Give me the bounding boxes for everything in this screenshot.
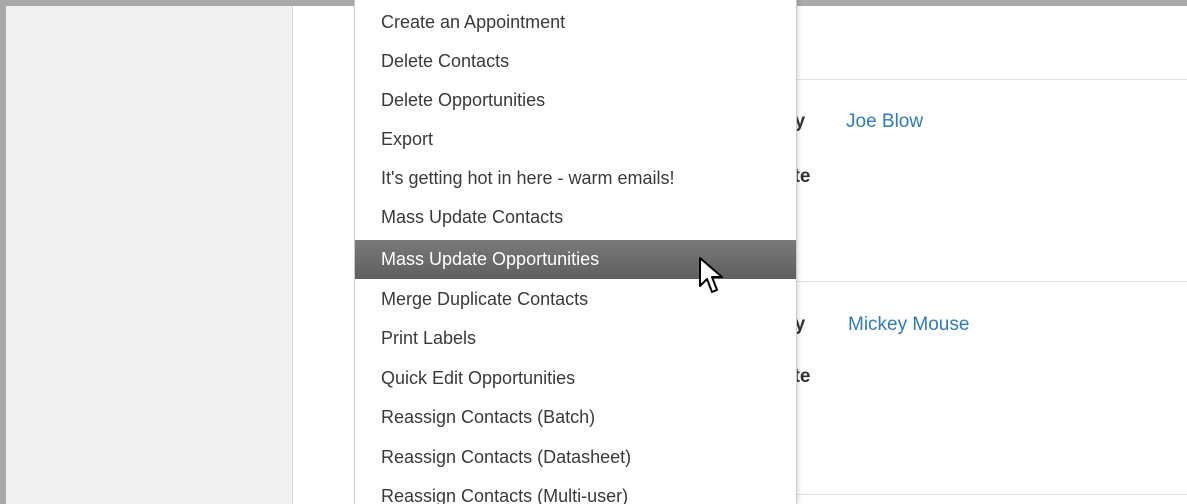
menu-item-mass-update-opportunities[interactable]: Mass Update Opportunities — [355, 240, 796, 279]
menu-item-export[interactable]: Export — [355, 120, 796, 159]
menu-item-reassign-datasheet[interactable]: Reassign Contacts (Datasheet) — [355, 438, 796, 477]
menu-item-warm-emails[interactable]: It's getting hot in here - warm emails! — [355, 159, 796, 198]
record-2-contact-link[interactable]: Mickey Mouse — [848, 314, 969, 336]
menu-item-reassign-batch[interactable]: Reassign Contacts (Batch) — [355, 398, 796, 437]
menu-item-delete-contacts[interactable]: Delete Contacts — [355, 42, 796, 81]
menu-item-print-labels[interactable]: Print Labels — [355, 319, 796, 358]
actions-dropdown-menu: Create an Appointment Delete Contacts De… — [354, 0, 797, 504]
menu-item-create-appointment[interactable]: Create an Appointment — [355, 3, 796, 42]
left-sidebar — [6, 6, 293, 504]
menu-item-mass-update-contacts[interactable]: Mass Update Contacts — [355, 198, 796, 237]
menu-item-reassign-multi-user[interactable]: Reassign Contacts (Multi-user) — [355, 477, 796, 504]
menu-item-merge-duplicate-contacts[interactable]: Merge Duplicate Contacts — [355, 280, 796, 319]
record-1-contact-link[interactable]: Joe Blow — [846, 111, 923, 133]
mouse-pointer-icon — [699, 257, 723, 293]
menu-item-quick-edit-opportunities[interactable]: Quick Edit Opportunities — [355, 359, 796, 398]
menu-item-delete-opportunities[interactable]: Delete Opportunities — [355, 81, 796, 120]
